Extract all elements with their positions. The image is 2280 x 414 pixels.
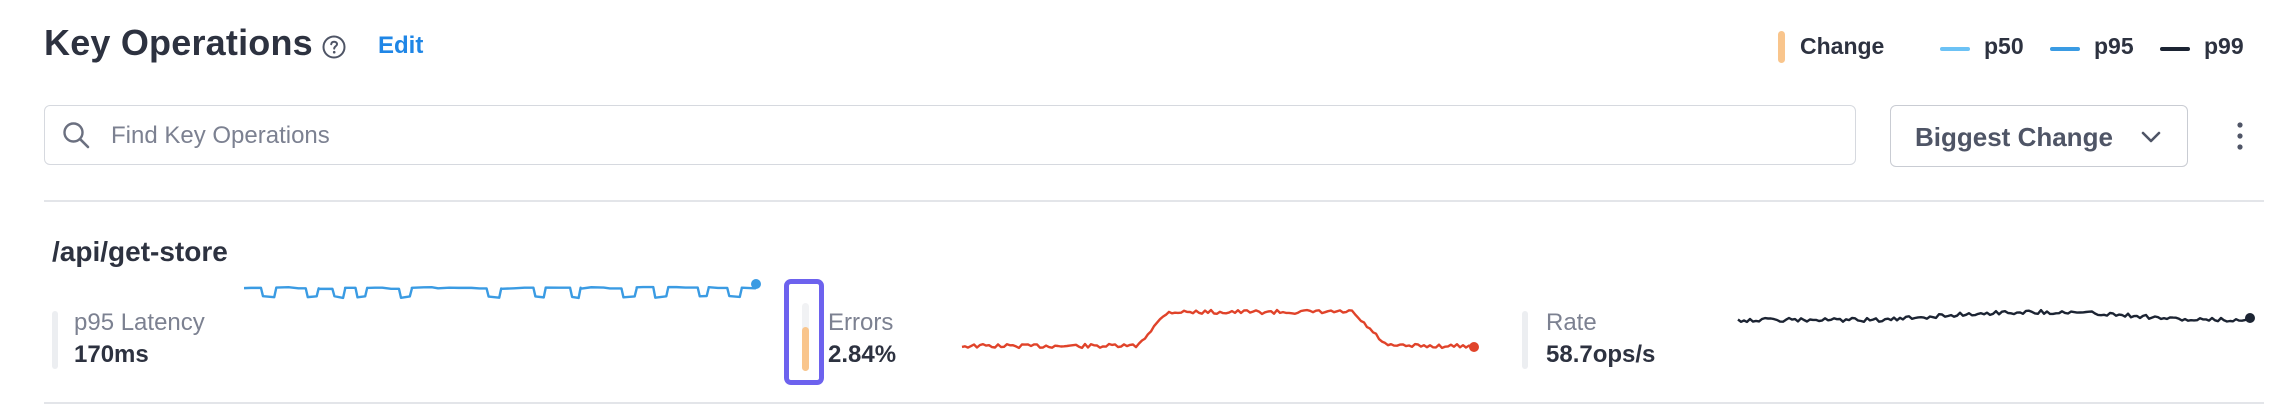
- legend-p95-line: [2050, 47, 2080, 51]
- latency-sparkline-endpoint: [751, 279, 761, 289]
- latency-indicator: [52, 311, 58, 369]
- search-box[interactable]: [44, 105, 1856, 165]
- errors-sparkline-endpoint: [1469, 342, 1479, 352]
- legend-p99-line: [2160, 47, 2190, 51]
- key-operations-panel: Key Operations Edit Change p50 p95 p99 B…: [0, 0, 2280, 414]
- sort-dropdown[interactable]: Biggest Change: [1890, 105, 2188, 167]
- page-title: Key Operations: [44, 22, 313, 63]
- divider: [44, 200, 2264, 202]
- legend-change-label: Change: [1800, 33, 1885, 59]
- latency-label: p95 Latency: [74, 309, 205, 336]
- operation-name[interactable]: /api/get-store: [52, 236, 228, 268]
- chevron-down-icon: [2141, 131, 2161, 143]
- errors-sparkline-line: [961, 308, 1475, 350]
- errors-sparkline: [961, 308, 1479, 352]
- rate-sparkline-line: [1737, 308, 2251, 324]
- latency-sparkline-line: [243, 283, 758, 300]
- errors-value: 2.84%: [828, 341, 897, 368]
- more-options-icon[interactable]: [2236, 120, 2244, 152]
- search-icon: [63, 122, 90, 149]
- latency-sparkline: [243, 279, 761, 300]
- change-highlight[interactable]: [784, 279, 824, 385]
- rate-indicator: [1522, 311, 1528, 369]
- search-input[interactable]: [109, 116, 1813, 156]
- legend-change-swatch: [1778, 31, 1785, 63]
- latency-value: 170ms: [74, 341, 149, 368]
- legend-p95-label: p95: [2094, 33, 2134, 59]
- legend-p50-line: [1940, 47, 1970, 51]
- edit-link[interactable]: Edit: [378, 32, 423, 60]
- rate-sparkline-endpoint: [2245, 313, 2255, 323]
- sort-dropdown-label: Biggest Change: [1915, 122, 2113, 152]
- legend-p99-label: p99: [2204, 33, 2244, 59]
- legend-p50-label: p50: [1984, 33, 2024, 59]
- rate-sparkline: [1737, 308, 2255, 324]
- help-icon[interactable]: [322, 35, 346, 59]
- rate-label: Rate: [1546, 309, 1597, 336]
- errors-label: Errors: [828, 309, 894, 336]
- divider: [44, 402, 2264, 404]
- rate-value: 58.7ops/s: [1546, 341, 1656, 368]
